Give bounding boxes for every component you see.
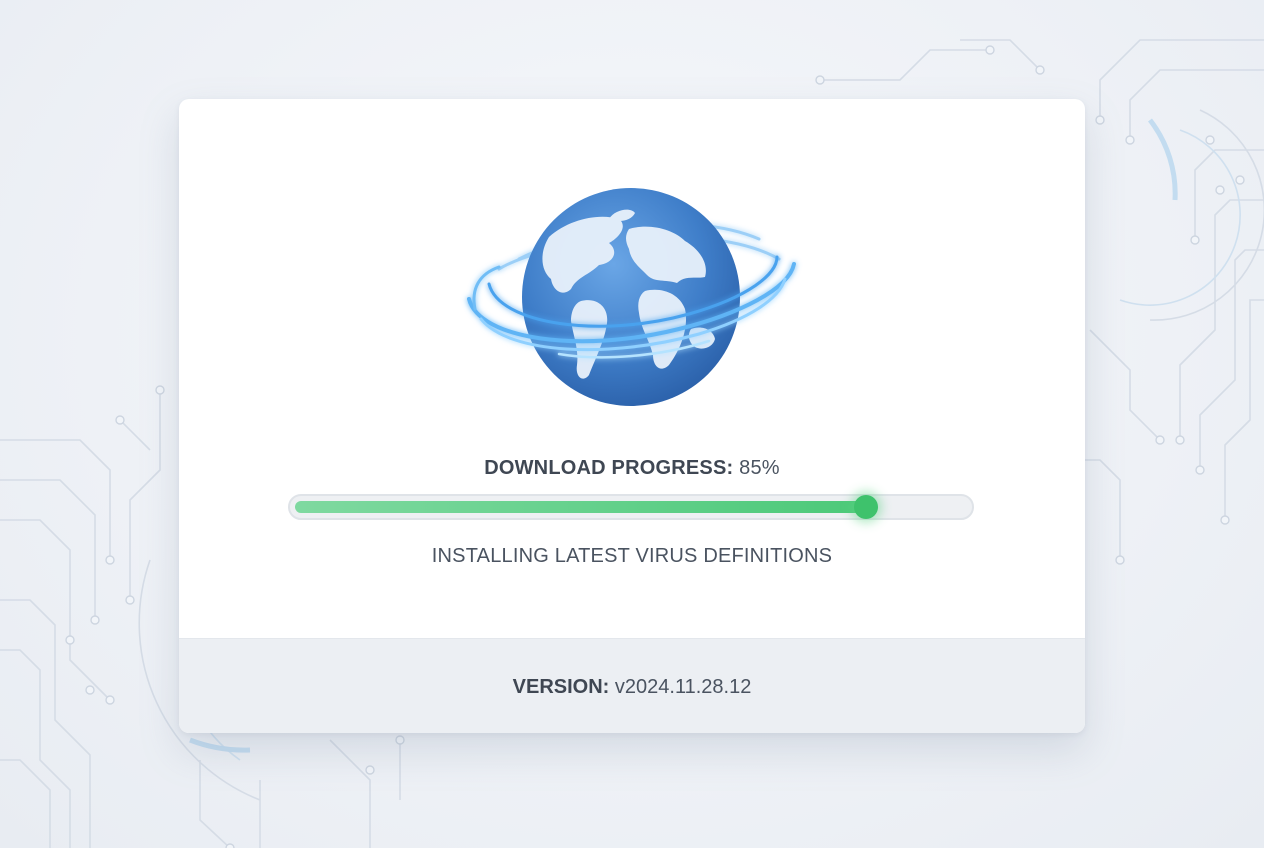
install-status-text: INSTALLING LATEST VIRUS DEFINITIONS [431, 545, 833, 567]
download-progress-bar [288, 494, 974, 520]
progress-bar-knob [854, 495, 878, 519]
installer-dialog: DOWNLOAD PROGRESS: 85% INSTALLING LATEST… [179, 99, 1085, 733]
progress-percent-value: 85% [739, 457, 780, 479]
dialog-footer: VERSION: v2024.11.28.12 [179, 638, 1085, 733]
progress-label-key: DOWNLOAD PROGRESS: [484, 457, 734, 479]
version-label: VERSION: [512, 676, 610, 698]
globe-icon [459, 179, 805, 415]
progress-bar-fill [295, 501, 866, 513]
version-value: v2024.11.28.12 [614, 676, 752, 698]
download-progress-label: DOWNLOAD PROGRESS: 85% [179, 457, 1085, 480]
version-info: VERSION: v2024.11.28.12 [179, 676, 1085, 699]
